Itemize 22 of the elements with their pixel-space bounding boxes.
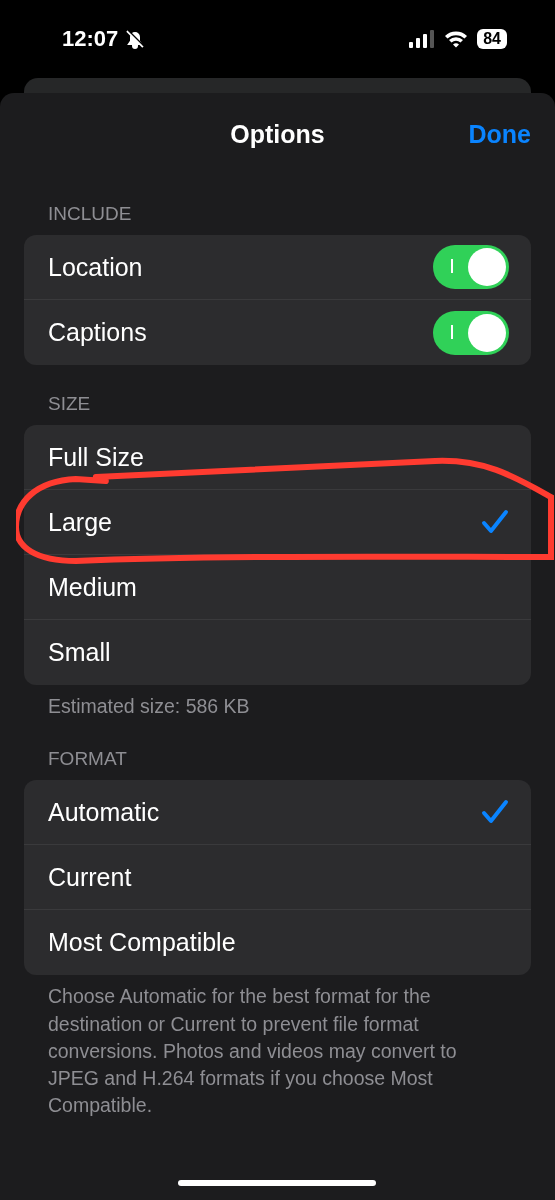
wifi-icon — [444, 30, 469, 48]
done-button[interactable]: Done — [468, 119, 531, 149]
toggle-switch[interactable] — [433, 245, 509, 289]
section-header: SIZE — [47, 392, 92, 416]
option-row[interactable]: Most Compatible — [24, 910, 531, 976]
option-row[interactable]: Large — [24, 490, 531, 555]
toggle-switch[interactable] — [433, 310, 509, 355]
option-row[interactable]: Small — [24, 620, 531, 685]
footnote: Choose Automatic for the best format for the destination or Current to prevent file format conversions. Photos and videos may convert to JPEG and H.264 formats if you choose Most Compatible. — [47, 984, 458, 1119]
option-row[interactable]: Medium — [24, 555, 531, 620]
footnote: Estimated size: 586 KB — [47, 694, 251, 719]
section-header: INCLUDE — [47, 202, 133, 226]
option-row[interactable]: Automatic — [24, 780, 531, 846]
row-label: Captions — [48, 318, 147, 347]
signal-icon — [409, 30, 436, 48]
option-row[interactable]: Current — [24, 845, 531, 911]
status-time: 12:07 — [62, 26, 119, 52]
sheet-title: Options — [230, 119, 325, 149]
battery-indicator: 84 — [477, 29, 507, 49]
option-row[interactable]: Full Size — [24, 425, 531, 490]
section-header: FORMAT — [47, 747, 128, 772]
row-label: Location — [48, 252, 143, 282]
